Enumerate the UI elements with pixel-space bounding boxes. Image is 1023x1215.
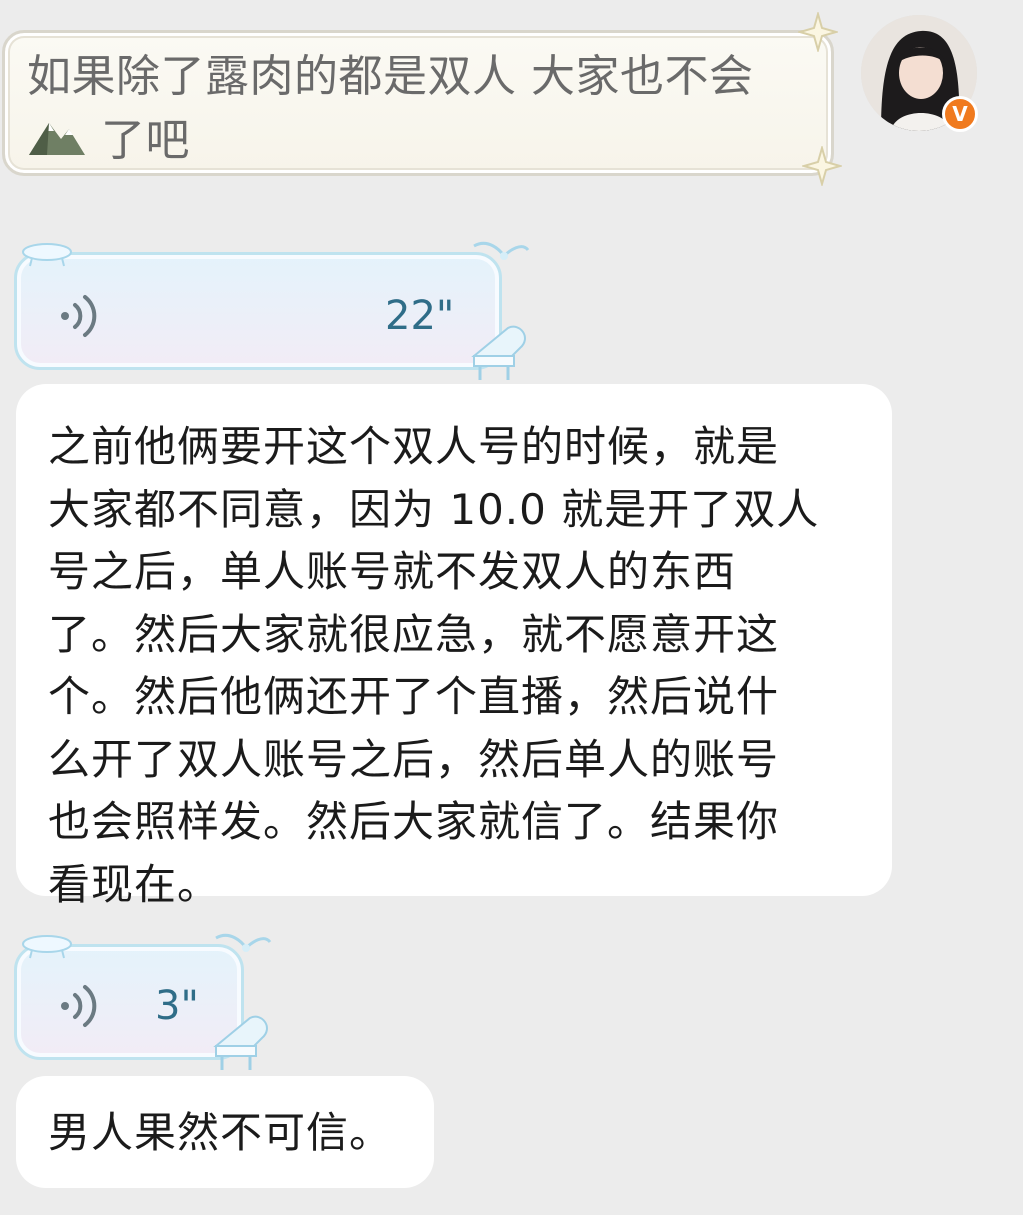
voice-wave-icon bbox=[61, 985, 97, 1027]
outgoing-message-text: 如果除了露肉的都是双人 大家也不会 了吧 bbox=[27, 45, 817, 175]
outgoing-message-bubble[interactable]: 如果除了露肉的都是双人 大家也不会 了吧 bbox=[2, 30, 834, 176]
message-text: 男人果然不可信。 bbox=[48, 1108, 393, 1157]
piano-icon bbox=[471, 325, 526, 380]
voice-message[interactable]: 22" bbox=[14, 252, 502, 370]
voice-duration: 22" bbox=[385, 293, 455, 339]
sparkle-icon bbox=[802, 146, 842, 186]
voice-duration: 3" bbox=[155, 983, 199, 1029]
message-text: 之前他俩要开这个双人号的时候，就是 大家都不同意，因为 10.0 就是开了双人 … bbox=[48, 422, 820, 909]
decoration-icon bbox=[22, 243, 72, 267]
ribbon-icon bbox=[215, 933, 272, 952]
message-bubble[interactable]: 之前他俩要开这个双人号的时候，就是 大家都不同意，因为 10.0 就是开了双人 … bbox=[16, 384, 892, 909]
mountain-emoji-icon bbox=[27, 111, 87, 175]
voice-wave-icon bbox=[61, 295, 97, 337]
message-bubble[interactable]: 男人果然不可信。 bbox=[16, 1076, 434, 1188]
sparkle-icon bbox=[798, 12, 838, 52]
decoration-icon bbox=[22, 935, 72, 959]
piano-icon bbox=[213, 1015, 268, 1070]
ribbon-icon bbox=[473, 241, 530, 260]
verified-badge-icon: V bbox=[942, 96, 978, 132]
